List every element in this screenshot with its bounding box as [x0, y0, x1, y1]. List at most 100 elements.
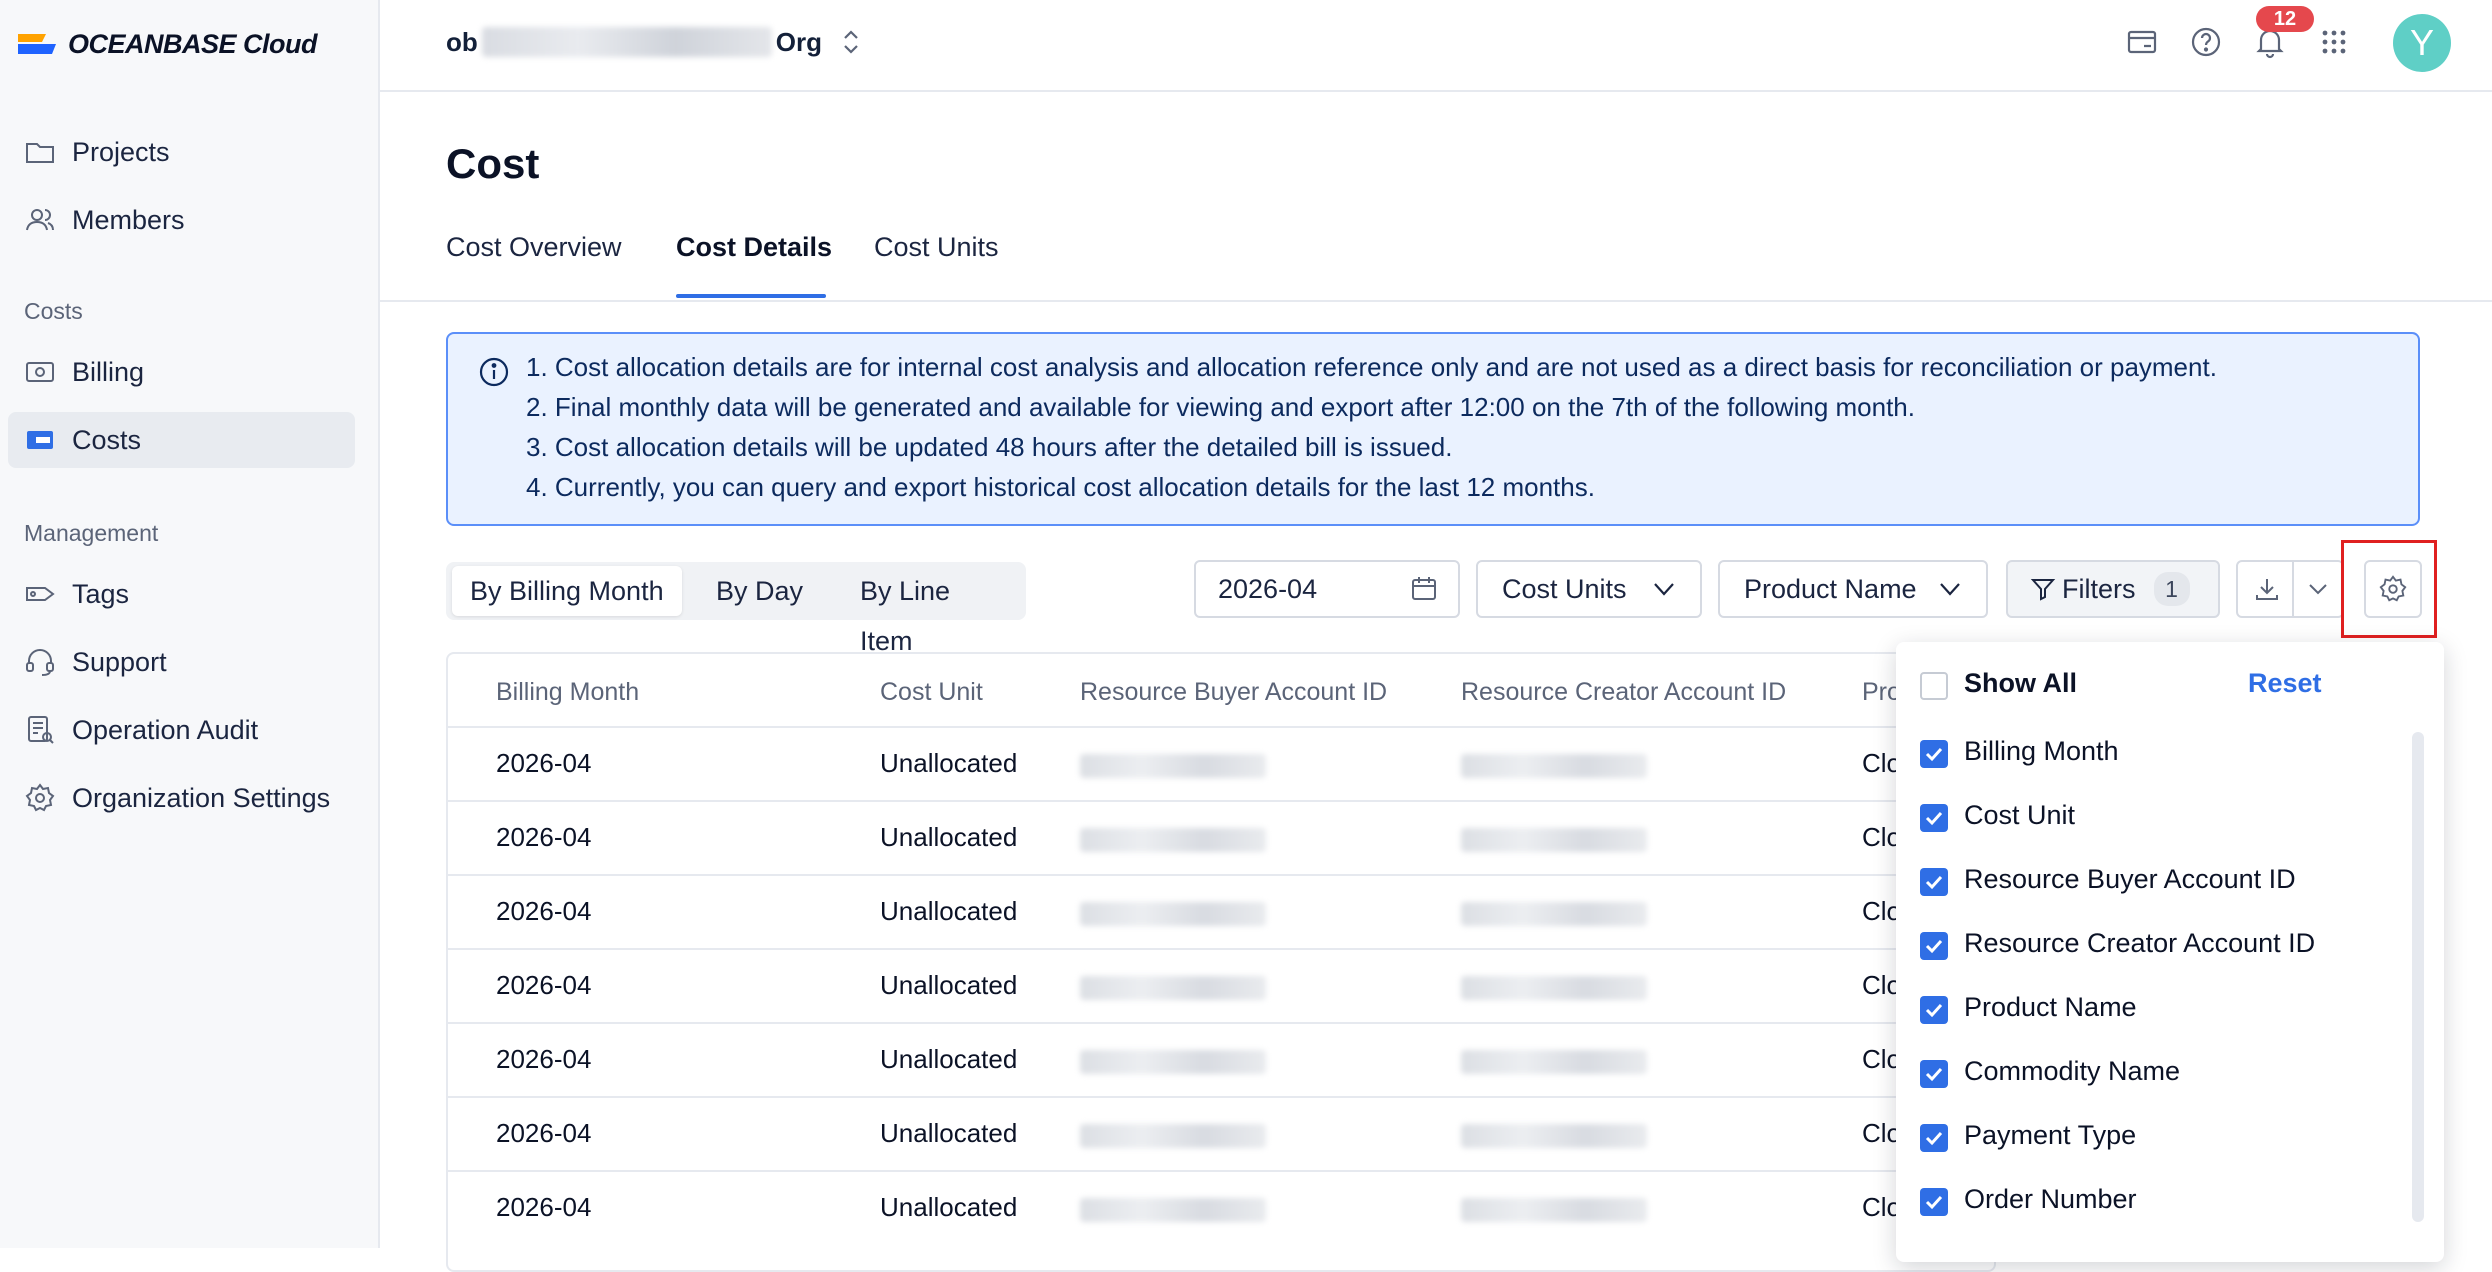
- cell-billing-month: 2026-04: [496, 1044, 592, 1074]
- check-icon: [1925, 1003, 1943, 1018]
- filters-label: Filters: [2062, 573, 2136, 604]
- cell-billing-month: 2026-04: [496, 1118, 592, 1148]
- option-product-name[interactable]: Product Name: [1964, 992, 2137, 1023]
- download-icon[interactable]: [2254, 576, 2280, 602]
- sidebar-item-projects[interactable]: Projects: [8, 124, 355, 180]
- cell-creator-account-redacted: [1461, 1050, 1647, 1074]
- user-avatar[interactable]: Y: [2393, 14, 2451, 72]
- apps-grid-icon[interactable]: [2316, 24, 2352, 60]
- cell-creator-account-redacted: [1461, 754, 1647, 778]
- segment-by-billing-month[interactable]: By Billing Month: [452, 566, 682, 616]
- checkbox-billing-month[interactable]: [1920, 740, 1948, 768]
- cell-creator-account-redacted: [1461, 1124, 1647, 1148]
- option-commodity-name[interactable]: Commodity Name: [1964, 1056, 2180, 1087]
- checkbox-show-all[interactable]: [1920, 672, 1948, 700]
- month-picker-value: 2026-04: [1218, 573, 1318, 604]
- reset-button[interactable]: Reset: [2248, 668, 2322, 699]
- tab-cost-units[interactable]: Cost Units: [874, 232, 999, 263]
- checkbox-cost-unit[interactable]: [1920, 804, 1948, 832]
- chevron-down-icon: [1940, 583, 1960, 596]
- check-icon: [1925, 875, 1943, 890]
- org-name-suffix: Org: [775, 26, 822, 57]
- check-icon: [1925, 811, 1943, 826]
- dropdown-scrollbar[interactable]: [2412, 732, 2424, 1222]
- column-header-buyer-account[interactable]: Resource Buyer Account ID: [1080, 678, 1387, 707]
- sidebar-item-support[interactable]: Support: [8, 634, 355, 690]
- billing-card-icon[interactable]: [2124, 24, 2160, 60]
- check-icon: [1925, 1067, 1943, 1082]
- brand-logo[interactable]: OCEANBASE Cloud: [16, 24, 318, 64]
- cell-billing-month: 2026-04: [496, 748, 592, 778]
- option-creator-account[interactable]: Resource Creator Account ID: [1964, 928, 2315, 959]
- table-row: 2026-04 Unallocated Clo: [448, 726, 1994, 802]
- notice-line: 4. Currently, you can query and export h…: [526, 472, 1595, 502]
- sidebar-item-label: Operation Audit: [72, 714, 259, 745]
- cost-units-select[interactable]: Cost Units: [1476, 560, 1702, 618]
- tag-icon: [26, 587, 55, 601]
- active-tab-indicator: [676, 294, 826, 298]
- sidebar-item-organization-settings[interactable]: Organization Settings: [8, 770, 355, 826]
- org-name-prefix: ob: [446, 26, 478, 57]
- section-costs: Costs: [24, 298, 83, 324]
- sidebar-item-tags[interactable]: Tags: [8, 566, 355, 622]
- checkbox-commodity-name[interactable]: [1920, 1060, 1948, 1088]
- help-icon[interactable]: [2188, 24, 2224, 60]
- sidebar-item-costs[interactable]: Costs: [8, 412, 355, 468]
- tab-cost-overview[interactable]: Cost Overview: [446, 232, 622, 263]
- cell-creator-account-redacted: [1461, 976, 1647, 1000]
- column-header-billing-month[interactable]: Billing Month: [496, 678, 639, 707]
- audit-icon: [28, 716, 54, 744]
- filters-button[interactable]: Filters 1: [2006, 560, 2220, 618]
- option-buyer-account[interactable]: Resource Buyer Account ID: [1964, 864, 2296, 895]
- org-switcher[interactable]: ob Org: [446, 26, 862, 58]
- product-name-select[interactable]: Product Name: [1718, 560, 1988, 618]
- sidebar-item-label: Members: [72, 204, 185, 235]
- column-header-creator-account[interactable]: Resource Creator Account ID: [1461, 678, 1786, 707]
- option-cost-unit[interactable]: Cost Unit: [1964, 800, 2075, 831]
- column-header-cost-unit[interactable]: Cost Unit: [880, 678, 983, 707]
- headset-icon: [26, 649, 54, 676]
- month-picker[interactable]: 2026-04: [1194, 560, 1460, 618]
- table-row: 2026-04 Unallocated Clo: [448, 800, 1994, 876]
- option-payment-type[interactable]: Payment Type: [1964, 1120, 2136, 1151]
- cell-buyer-account-redacted: [1080, 754, 1266, 778]
- checkbox-product-name[interactable]: [1920, 996, 1948, 1024]
- info-notice: 1. Cost allocation details are for inter…: [446, 332, 2420, 526]
- info-icon: [479, 357, 509, 387]
- calendar-icon: [1412, 577, 1436, 600]
- option-billing-month[interactable]: Billing Month: [1964, 736, 2119, 767]
- segment-by-day[interactable]: By Day: [698, 566, 821, 616]
- check-icon: [1925, 747, 1943, 762]
- export-split-button: [2236, 560, 2344, 618]
- highlight-box: [2341, 540, 2437, 638]
- logo-text: OCEANBASE Cloud: [68, 28, 318, 59]
- checkbox-payment-type[interactable]: [1920, 1124, 1948, 1152]
- sidebar-item-members[interactable]: Members: [8, 192, 355, 248]
- sidebar-item-label: Billing: [72, 356, 145, 387]
- filters-count: 1: [2153, 572, 2190, 606]
- check-icon: [1925, 1195, 1943, 1210]
- segment-by-line-item[interactable]: By Line Item: [842, 566, 1026, 656]
- option-show-all[interactable]: Show All: [1964, 668, 2077, 699]
- cell-billing-month: 2026-04: [496, 896, 592, 926]
- checkbox-order-number[interactable]: [1920, 1188, 1948, 1216]
- sidebar-item-label: Organization Settings: [72, 782, 331, 813]
- oceanbase-logo-icon: [18, 34, 56, 54]
- tab-cost-details[interactable]: Cost Details: [676, 232, 832, 263]
- option-order-number[interactable]: Order Number: [1964, 1184, 2137, 1215]
- cell-buyer-account-redacted: [1080, 902, 1266, 926]
- checkbox-buyer-account[interactable]: [1920, 868, 1948, 896]
- checkbox-creator-account[interactable]: [1920, 932, 1948, 960]
- chevron-down-icon[interactable]: [2306, 577, 2330, 601]
- table-row: 2026-04 Unallocated Clo: [448, 1022, 1994, 1098]
- folder-icon: [26, 143, 54, 163]
- sidebar-item-billing[interactable]: Billing: [8, 344, 355, 400]
- cell-cost-unit: Unallocated: [880, 822, 1018, 852]
- sidebar-item-operation-audit[interactable]: Operation Audit: [8, 702, 355, 758]
- tab-bar: Cost Overview Cost Details Cost Units: [380, 210, 2492, 302]
- top-bar: ob Org: [380, 0, 2492, 92]
- updown-chevron-icon: [844, 30, 858, 54]
- cell-buyer-account-redacted: [1080, 976, 1266, 1000]
- cost-details-table: Billing Month Cost Unit Resource Buyer A…: [446, 652, 1996, 1272]
- column-settings-dropdown: Show All Reset Billing Month Cost Unit R…: [1896, 642, 2444, 1262]
